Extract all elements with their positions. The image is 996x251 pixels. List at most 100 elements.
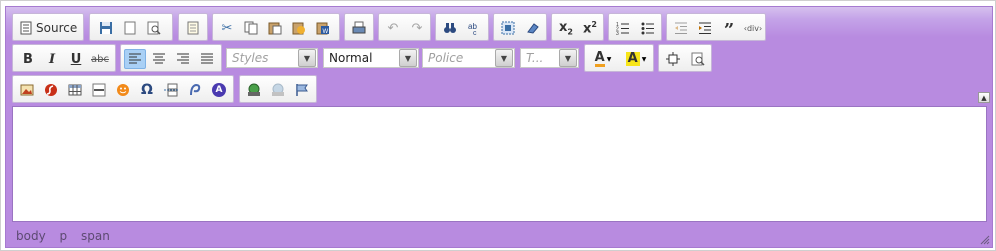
bold-icon: B: [23, 51, 33, 67]
image-button[interactable]: [16, 80, 38, 100]
templates-button[interactable]: [182, 18, 204, 38]
paste-button[interactable]: [264, 18, 286, 38]
paste-icon: [268, 22, 282, 35]
path-item-span[interactable]: span: [81, 229, 110, 243]
save-button[interactable]: [95, 18, 117, 38]
paste-text-button[interactable]: [288, 18, 310, 38]
group-basic-styles: B I U abc: [12, 44, 116, 72]
blockquote-icon: ”: [723, 20, 735, 41]
blockquote-button[interactable]: ”: [718, 18, 740, 41]
triangle-up-icon: ▲: [981, 93, 987, 102]
smiley-button[interactable]: [112, 80, 134, 100]
group-undo: ↶ ↷: [378, 13, 431, 41]
italic-icon: I: [48, 51, 56, 67]
page-break-button[interactable]: [160, 80, 182, 100]
group-templates: [178, 13, 208, 41]
remove-format-button[interactable]: [522, 18, 544, 38]
special-char-button[interactable]: Ω: [136, 80, 158, 100]
flash-button[interactable]: [40, 80, 62, 100]
new-page-button[interactable]: [119, 18, 141, 38]
numbered-list-button[interactable]: 123: [612, 18, 634, 38]
chevron-down-icon[interactable]: ▼: [559, 49, 577, 67]
background-color-icon: A: [625, 51, 640, 66]
anchor-button[interactable]: [291, 80, 313, 100]
align-center-button[interactable]: [148, 49, 170, 69]
paste-word-button[interactable]: W: [312, 18, 334, 38]
status-bar: body p span: [6, 225, 992, 247]
group-script: x2 x2: [551, 13, 604, 41]
unlink-icon: [272, 83, 284, 96]
strike-button[interactable]: abc: [89, 49, 111, 69]
preview-icon: [147, 21, 161, 35]
copy-button[interactable]: [240, 18, 262, 38]
cut-button[interactable]: ✂: [216, 18, 238, 38]
undo-button[interactable]: ↶: [382, 18, 404, 38]
horizontal-rule-button[interactable]: [88, 80, 110, 100]
show-blocks-icon: [691, 52, 705, 66]
text-color-button[interactable]: A ▼: [588, 49, 618, 69]
path-item-body[interactable]: body: [16, 229, 46, 243]
preview-button[interactable]: [143, 18, 165, 38]
create-div-button[interactable]: ‹div›: [742, 18, 764, 38]
templates-icon: [187, 21, 199, 35]
path-item-p[interactable]: p: [60, 229, 68, 243]
source-button[interactable]: Source: [16, 18, 80, 38]
align-left-button[interactable]: [124, 49, 146, 69]
subscript-button[interactable]: x2: [555, 18, 577, 38]
align-justify-button[interactable]: [196, 49, 218, 69]
styles-select[interactable]: Styles ▼: [226, 48, 318, 68]
save-icon: [100, 22, 112, 34]
font-value: Police: [428, 51, 464, 65]
chevron-down-icon[interactable]: ▼: [298, 49, 316, 67]
font-select[interactable]: Police ▼: [422, 48, 515, 68]
font-size-select[interactable]: T... ▼: [520, 48, 579, 68]
format-value: Normal: [329, 51, 373, 65]
bold-button[interactable]: B: [17, 49, 39, 69]
undo-icon: ↶: [387, 20, 399, 36]
bulleted-list-button[interactable]: [637, 18, 659, 38]
iframe-button[interactable]: [184, 80, 206, 100]
chevron-down-icon: ▼: [606, 55, 612, 63]
group-links: [239, 75, 317, 103]
outdent-button[interactable]: [670, 18, 692, 38]
print-button[interactable]: [348, 18, 370, 38]
underline-button[interactable]: U: [65, 49, 87, 69]
a-circle-button[interactable]: A: [208, 80, 230, 100]
replace-button[interactable]: ab c: [464, 18, 486, 38]
chevron-down-icon[interactable]: ▼: [399, 49, 417, 67]
flash-icon: [45, 84, 57, 96]
link-button[interactable]: [243, 80, 265, 100]
iframe-icon: [190, 83, 201, 96]
find-button[interactable]: [439, 18, 461, 38]
cut-icon: ✂: [221, 20, 233, 36]
group-clipboard: ✂ W: [212, 13, 340, 41]
horizontal-rule-icon: [92, 83, 106, 97]
collapse-toolbar-button[interactable]: ▲: [978, 92, 990, 103]
editor-content-area[interactable]: [12, 106, 987, 222]
background-color-button[interactable]: A ▼: [621, 49, 651, 69]
superscript-button[interactable]: x2: [579, 18, 601, 38]
paste-word-icon: W: [316, 22, 329, 35]
print-icon: [352, 21, 366, 34]
align-right-button[interactable]: [172, 49, 194, 69]
redo-button[interactable]: ↷: [406, 18, 428, 38]
group-find: ab c: [435, 13, 489, 41]
replace-icon: abc: [468, 22, 477, 35]
unlink-button[interactable]: [267, 80, 289, 100]
show-blocks-button[interactable]: [687, 49, 709, 69]
chevron-down-icon[interactable]: ▼: [495, 49, 513, 67]
page-break-icon: [164, 83, 178, 97]
table-button[interactable]: [64, 80, 86, 100]
italic-button[interactable]: I: [41, 49, 63, 69]
table-icon: [68, 84, 82, 96]
image-icon: [20, 84, 34, 96]
maximize-button[interactable]: [662, 49, 684, 69]
source-icon: [20, 21, 32, 35]
group-select: [493, 13, 547, 41]
maximize-icon: [666, 52, 680, 66]
resize-handle-icon[interactable]: [978, 233, 990, 245]
format-select[interactable]: Normal ▼: [323, 48, 419, 68]
indent-button[interactable]: [694, 18, 716, 38]
select-all-icon: [501, 21, 515, 35]
select-all-button[interactable]: [497, 18, 519, 38]
